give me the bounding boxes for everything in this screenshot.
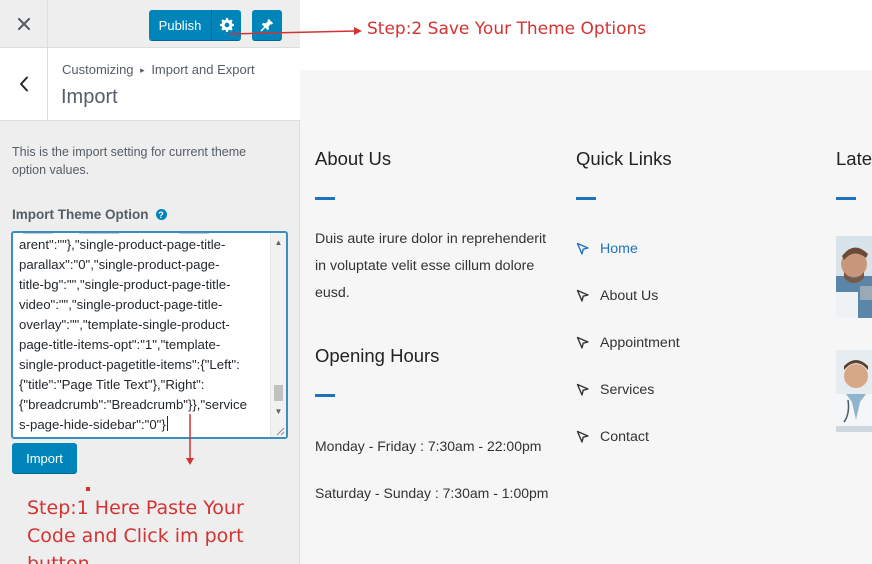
breadcrumb: Customizing ▸ Import and Export (62, 62, 255, 77)
textarea-line: arent":""},"single-product-page-title- (19, 237, 226, 252)
scroll-down-arrow-icon[interactable]: ▼ (271, 405, 286, 419)
step2-annotation: Step:2 Save Your Theme Options (367, 19, 647, 39)
resize-grip-icon[interactable] (273, 424, 285, 436)
hours-weekend: Saturday - Sunday : 7:30am - 1:00pm (315, 485, 549, 501)
section-header: Customizing ▸ Import and Export Import (0, 48, 300, 121)
cursor-arrow-icon (576, 336, 589, 349)
about-title: About Us (315, 148, 392, 169)
chevron-left-icon (19, 76, 28, 92)
quick-links-accent-bar (576, 197, 596, 200)
close-customizer-button[interactable] (0, 0, 48, 48)
textarea-line: {"breadcrumb":"Breadcrumb"}},"service (19, 397, 247, 412)
latest-title: Late (836, 148, 872, 169)
section-title: Import (61, 86, 118, 108)
import-code-textarea[interactable]: arent":""},"single-product-page-title-pa… (11, 231, 288, 439)
latest-accent-bar (836, 197, 856, 200)
quick-link-services[interactable]: Services (576, 382, 654, 398)
textarea-line: parallax":"0","single-product-page- (19, 257, 220, 272)
annotation-arrow-right (229, 27, 362, 35)
step1-annotation: Step:1 Here Paste Your Code and Click im… (27, 497, 244, 564)
quick-link-home[interactable]: Home (576, 241, 638, 257)
import-button[interactable]: Import (12, 443, 77, 473)
clipped-text-fragment (23, 233, 53, 234)
quick-link-contact[interactable]: Contact (576, 429, 649, 445)
latest-post-thumbnail[interactable] (836, 236, 872, 318)
quick-links-title: Quick Links (576, 148, 672, 169)
textarea-line: s-page-hide-sidebar":"0"} (19, 416, 168, 432)
textarea-line: overlay":"","template-single-product- (19, 317, 230, 332)
import-field-label: Import Theme Option ? (12, 207, 167, 222)
quick-link-label: Appointment (600, 335, 680, 351)
quick-link-label: Home (600, 241, 638, 257)
scroll-up-arrow-icon[interactable]: ▲ (271, 236, 286, 250)
text-caret (166, 416, 168, 431)
clipped-text-fragment (179, 233, 209, 234)
textarea-line: title-bg":"","single-product-page-title- (19, 277, 231, 292)
clipped-text-fragment (79, 233, 119, 234)
cursor-arrow-icon (576, 383, 589, 396)
cursor-arrow-icon (576, 289, 589, 302)
doctor-photo-image (836, 350, 872, 432)
textarea-content: arent":""},"single-product-page-title-pa… (19, 235, 267, 435)
import-field-label-text: Import Theme Option (12, 207, 149, 222)
textarea-line: {"title":"Page Title Text"},"Right": (19, 377, 205, 392)
about-text: Duis aute irure dolor in reprehenderit i… (315, 231, 547, 301)
quick-link-about[interactable]: About Us (576, 288, 658, 304)
hours-weekday: Monday - Friday : 7:30am - 22:00pm (315, 438, 542, 454)
customizer-sidebar: Publish Customizing ▸ Import and Export … (0, 0, 300, 564)
breadcrumb-separator: ▸ (140, 65, 145, 75)
quick-link-label: Services (600, 382, 655, 398)
textarea-line: single-product-pagetitle-items":{"Left": (19, 357, 240, 372)
help-icon[interactable]: ? (155, 209, 167, 220)
doctor-photo-image (836, 236, 872, 318)
hours-accent-bar (315, 394, 335, 397)
publish-button[interactable]: Publish (149, 10, 212, 40)
site-preview: About Us Duis aute irure dolor in repreh… (300, 0, 872, 564)
quick-link-appointment[interactable]: Appointment (576, 335, 680, 351)
breadcrumb-root: Customizing (62, 62, 134, 77)
quick-link-label: About Us (600, 288, 659, 304)
cursor-arrow-icon (576, 430, 589, 443)
import-description: This is the import setting for current t… (12, 145, 247, 177)
breadcrumb-section: Import and Export (151, 62, 255, 77)
textarea-line: page-title-items-opt":"1","template- (19, 337, 221, 352)
footer-widgets: About Us Duis aute irure dolor in repreh… (300, 70, 872, 564)
annotation-arrow-down (186, 414, 194, 465)
close-icon (17, 18, 30, 30)
hours-title: Opening Hours (315, 345, 440, 366)
quick-link-label: Contact (600, 429, 649, 445)
textarea-scrollbar[interactable]: ▲ ▼ (270, 233, 286, 437)
cursor-arrow-icon (576, 242, 589, 255)
latest-post-thumbnail[interactable] (836, 350, 872, 432)
annotation-dot (86, 487, 90, 491)
scrollbar-thumb[interactable] (274, 385, 283, 401)
about-accent-bar (315, 197, 335, 200)
textarea-line: video":"","single-product-page-title- (19, 297, 223, 312)
back-button[interactable] (0, 48, 48, 120)
